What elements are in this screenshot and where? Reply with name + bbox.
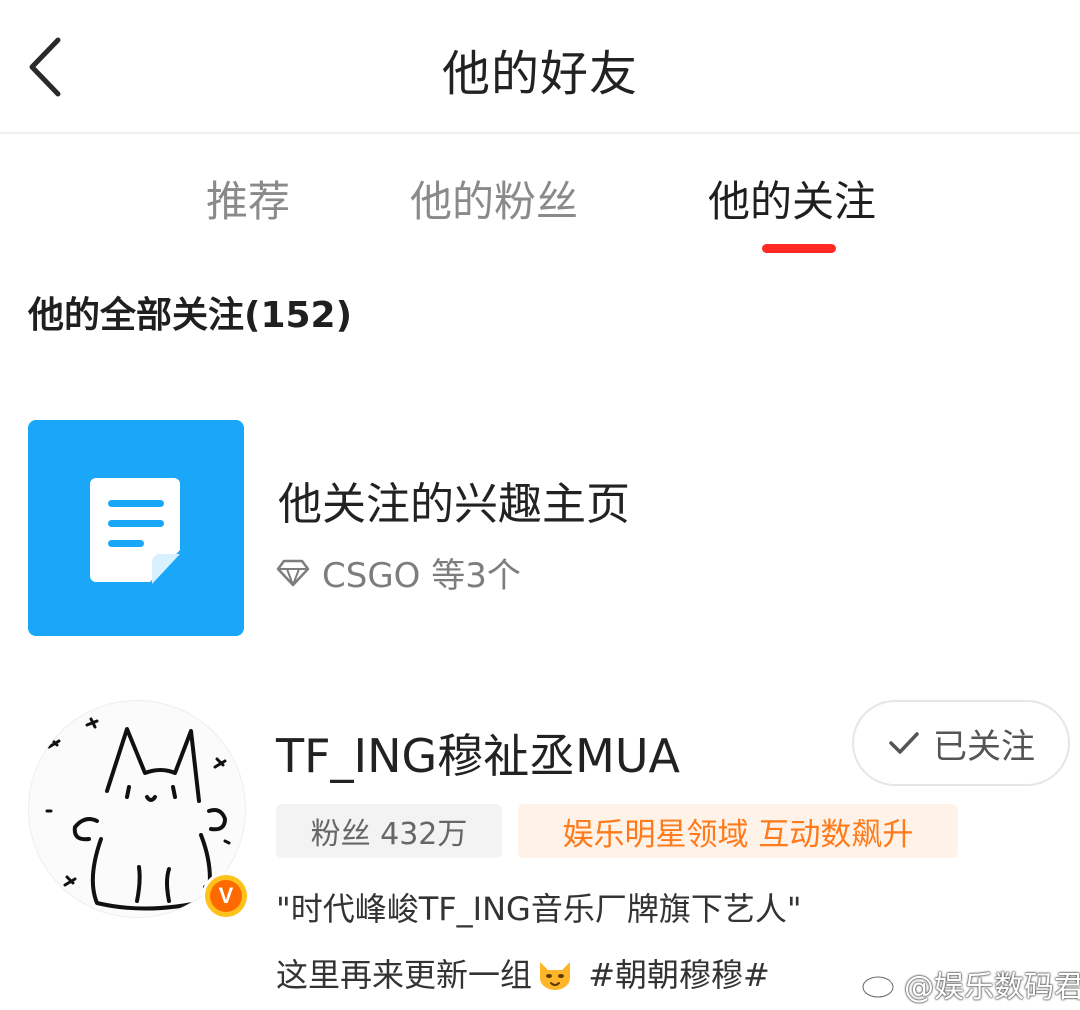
topic-hashtag[interactable]: #朝朝穆穆# [578,956,770,994]
active-tab-indicator [762,244,836,253]
verified-badge: V [202,872,250,920]
weibo-logo-icon [861,969,898,999]
page-title: 他的好友 [441,46,638,102]
tab-recommended[interactable]: 推荐 [206,168,290,229]
check-icon [889,732,919,754]
interest-pages-row[interactable]: 他关注的兴趣主页 CSGO 等3个 [0,410,1080,650]
verified-v-icon: V [210,880,242,912]
interest-pages-title: 他关注的兴趣主页 [278,479,630,530]
top-bar: 他的好友 [0,0,1080,134]
tab-his-fans[interactable]: 他的粉丝 [410,168,578,229]
document-icon [90,478,180,584]
watermark-text: @娱乐数码君 [904,970,1080,1005]
tab-his-following[interactable]: 他的关注 [708,168,876,229]
user-description-line-2: 这里再来更新一组 #朝朝穆穆# [276,950,770,1000]
fans-count-tag: 粉丝 432万 [276,804,502,858]
description-text: 这里再来更新一组 [276,956,533,994]
interest-pages-subtitle: CSGO 等3个 [276,548,521,597]
cat-emoji [536,956,574,1000]
following-button[interactable]: 已关注 [852,700,1070,786]
following-button-label: 已关注 [933,726,1035,767]
diamond-icon [276,559,310,586]
interest-pages-tile [28,420,244,636]
weibo-watermark: @娱乐数码君 [860,962,1080,1006]
user-description-line-1: "时代峰峻TF_ING音乐厂牌旗下艺人" [276,890,802,928]
interest-pages-summary: CSGO 等3个 [322,556,521,596]
hot-domain-tag[interactable]: 娱乐明星领域 互动数飙升 [518,804,958,858]
following-count-heading: 他的全部关注(152) [28,295,353,336]
user-name[interactable]: TF_ING穆祉丞MUA [276,720,680,786]
